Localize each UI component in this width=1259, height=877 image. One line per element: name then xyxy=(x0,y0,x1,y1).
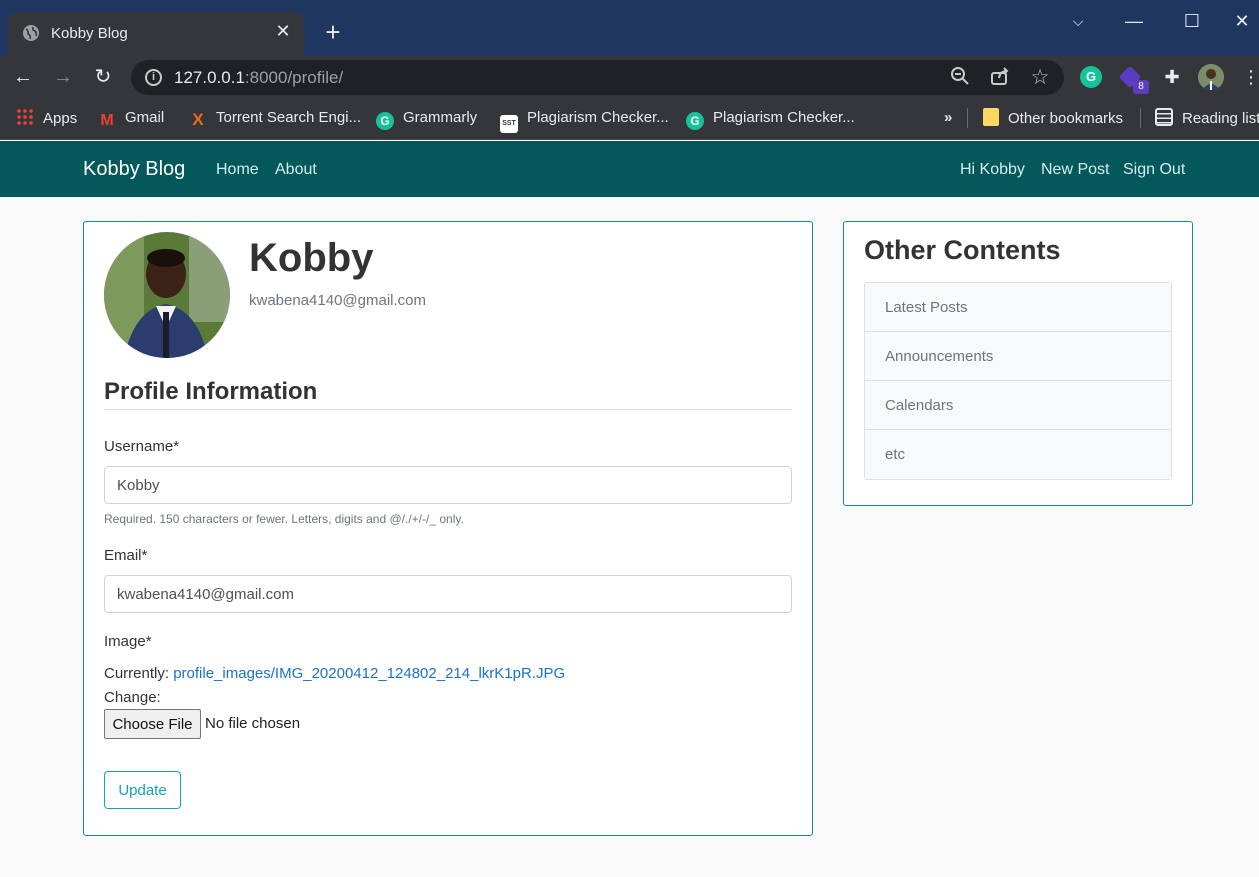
url-text[interactable]: 127.0.0.1:8000/profile/ xyxy=(174,68,343,88)
puzzle-extensions-icon[interactable]: ✚ xyxy=(1161,66,1183,88)
current-image-link[interactable]: profile_images/IMG_20200412_124802_214_l… xyxy=(173,665,565,682)
reload-icon[interactable]: ↻ xyxy=(90,64,116,90)
nav-greeting[interactable]: Hi Kobby xyxy=(960,161,1025,179)
change-label: Change: xyxy=(104,689,161,706)
grammarly-icon: G xyxy=(686,112,704,130)
nav-new-post[interactable]: New Post xyxy=(1041,161,1109,179)
sidebar-item-latest-posts[interactable]: Latest Posts xyxy=(865,283,1171,332)
extension-badge: 8 xyxy=(1133,80,1149,94)
no-file-chosen-text: No file chosen xyxy=(205,715,301,732)
apps-grid-icon xyxy=(16,108,34,126)
sidebar-item-calendars[interactable]: Calendars xyxy=(865,381,1171,430)
username-help-text: Required. 150 characters or fewer. Lette… xyxy=(104,512,464,526)
folder-icon xyxy=(983,108,999,126)
sidebar-item-etc[interactable]: etc xyxy=(865,430,1171,479)
bookmarks-overflow-chevron[interactable]: » xyxy=(944,108,952,128)
menu-kebab-icon[interactable]: ⋮ xyxy=(1238,64,1259,90)
browser-tab[interactable]: Kobby Blog ✕ xyxy=(8,12,304,56)
reading-list-icon xyxy=(1155,108,1173,126)
email-input[interactable] xyxy=(104,575,792,613)
profile-email: kwabena4140@gmail.com xyxy=(249,292,426,309)
image-label: Image* xyxy=(104,633,152,650)
bookmarks-divider xyxy=(967,108,968,128)
close-window-icon[interactable]: ✕ xyxy=(1228,8,1256,34)
grammarly-extension-icon[interactable]: G xyxy=(1080,66,1102,88)
torrent-x-icon: X xyxy=(192,110,204,129)
nav-sign-out[interactable]: Sign Out xyxy=(1123,161,1185,179)
address-bar[interactable]: i 127.0.0.1:8000/profile/ ☆ xyxy=(131,60,1064,95)
bookmark-reading-list[interactable]: Reading list xyxy=(1155,108,1259,128)
gmail-icon: M xyxy=(100,112,114,129)
new-tab-icon[interactable]: + xyxy=(320,19,346,46)
username-label: Username* xyxy=(104,438,180,455)
nav-home[interactable]: Home xyxy=(216,161,259,179)
email-label: Email* xyxy=(104,547,148,564)
heading-divider xyxy=(104,409,792,410)
back-icon[interactable]: ← xyxy=(10,64,36,90)
minimize-icon[interactable]: — xyxy=(1120,8,1148,34)
bookmark-torrent[interactable]: X Torrent Search Engi... xyxy=(189,108,361,129)
profile-info-heading: Profile Information xyxy=(104,378,318,405)
nav-about[interactable]: About xyxy=(275,161,317,179)
sst-icon: SST xyxy=(500,115,518,133)
update-button[interactable]: Update xyxy=(104,771,181,809)
profile-avatar xyxy=(104,232,230,358)
sidebar-item-announcements[interactable]: Announcements xyxy=(865,332,1171,381)
forward-icon[interactable]: → xyxy=(50,64,76,90)
profile-card: Kobby kwabena4140@gmail.com Profile Info… xyxy=(83,221,813,836)
profile-avatar-icon[interactable] xyxy=(1198,64,1224,90)
bookmark-gmail[interactable]: M Gmail xyxy=(98,108,164,129)
browser-titlebar: Kobby Blog ✕ + ⌵ — ☐ ✕ xyxy=(0,0,1259,56)
profile-name: Kobby xyxy=(249,236,374,280)
current-image-line: Currently: profile_images/IMG_20200412_1… xyxy=(104,665,566,682)
share-icon[interactable] xyxy=(988,66,1012,90)
bookmark-star-icon[interactable]: ☆ xyxy=(1028,66,1052,90)
site-info-icon[interactable]: i xyxy=(145,69,162,86)
bookmarks-bar: Apps M Gmail X Torrent Search Engi... G Gra… xyxy=(0,98,1259,140)
site-navbar: Kobby Blog Home About Hi Kobby New Post … xyxy=(0,141,1259,197)
sidebar-list: Latest Posts Announcements Calendars etc xyxy=(864,282,1172,480)
globe-icon xyxy=(23,25,39,41)
zoom-icon[interactable] xyxy=(948,66,972,90)
browser-toolbar: ← → ↻ i 127.0.0.1:8000/profile/ ☆ G 8 ✚ … xyxy=(0,56,1259,98)
choose-file-button[interactable]: Choose File xyxy=(104,709,201,739)
bookmark-plagiarism-grammarly[interactable]: G Plagiarism Checker... xyxy=(686,108,855,130)
sidebar-title: Other Contents xyxy=(864,235,1061,265)
tab-title: Kobby Blog xyxy=(51,25,128,42)
tab-search-chevron-icon[interactable]: ⌵ xyxy=(1064,8,1092,34)
bookmark-other[interactable]: Other bookmarks xyxy=(983,108,1123,128)
maximize-icon[interactable]: ☐ xyxy=(1178,8,1206,34)
brand-link[interactable]: Kobby Blog xyxy=(83,158,185,181)
bookmark-grammarly[interactable]: G Grammarly xyxy=(376,108,477,130)
sidebar-card: Other Contents Latest Posts Announcement… xyxy=(843,221,1193,506)
close-tab-icon[interactable]: ✕ xyxy=(272,20,294,42)
username-input[interactable] xyxy=(104,466,792,504)
bookmarks-divider xyxy=(1140,108,1141,128)
grammarly-icon: G xyxy=(376,112,394,130)
bookmark-plagiarism-sst[interactable]: SST Plagiarism Checker... xyxy=(500,108,669,133)
bookmark-apps[interactable]: Apps xyxy=(16,108,77,128)
